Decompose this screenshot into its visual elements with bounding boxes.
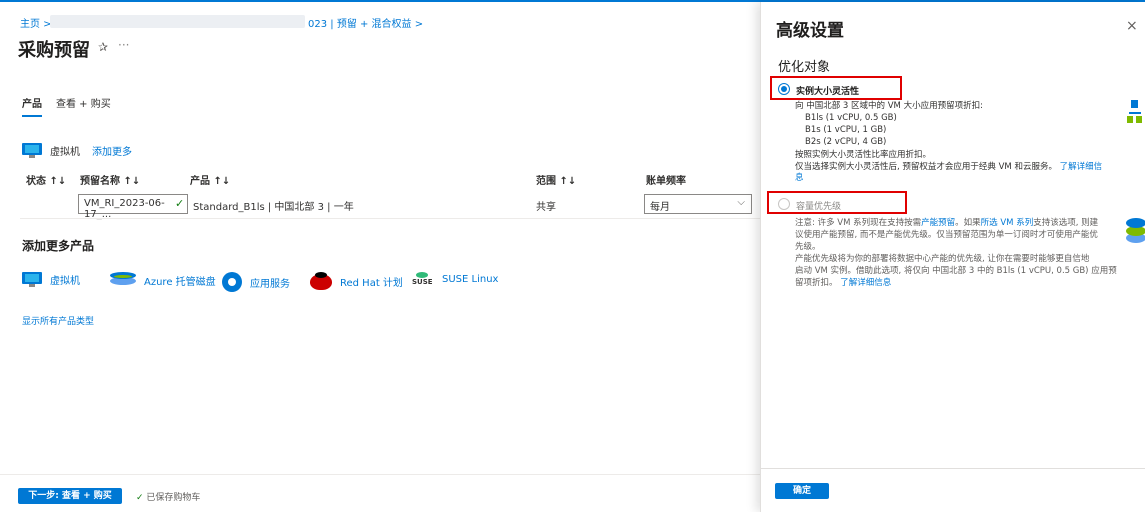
panel-title: 高级设置 bbox=[776, 21, 844, 41]
product-app-service[interactable]: 应用服务 bbox=[222, 272, 290, 292]
app-service-icon bbox=[222, 272, 242, 292]
row-divider bbox=[20, 218, 760, 219]
suse-logo-text: SUSE bbox=[412, 278, 433, 286]
vm-icon bbox=[22, 143, 42, 158]
storage-icon bbox=[1126, 218, 1145, 244]
close-icon[interactable]: × bbox=[1126, 18, 1138, 34]
learn-more-link-2[interactable]: 了解详细信息 bbox=[840, 278, 891, 288]
col-name[interactable]: 预留名称 ↑↓ bbox=[80, 172, 140, 187]
option2-l1-part-a: 注意: 许多 VM 系列现在支持按需 bbox=[795, 218, 922, 228]
vm-icon bbox=[22, 272, 42, 287]
product-redhat[interactable]: Red Hat 计划 bbox=[310, 272, 403, 290]
check-icon: ✓ bbox=[136, 493, 144, 503]
option2-line-2: 议使用产能预留, 而不是产能优先级。仅当预留范围为单一订阅时才可使用产能优 bbox=[795, 230, 1098, 240]
option1-line-2: B1ls (1 vCPU, 0.5 GB) bbox=[805, 113, 897, 123]
selected-vm-series-link[interactable]: 所选 VM 系列 bbox=[981, 218, 1034, 228]
breadcrumb-redacted bbox=[50, 15, 305, 28]
more-options-icon[interactable]: ··· bbox=[118, 38, 129, 52]
option2-line-4: 产能优先级将为你的部署将数据中心产能的优先级, 让你在需要时能够更自信地 bbox=[795, 254, 1090, 264]
ok-button[interactable]: 确定 bbox=[775, 483, 829, 499]
tab-bar: 产品 查看 + 购买 bbox=[22, 95, 111, 117]
option2-l1-part-b: 。如果 bbox=[955, 218, 981, 228]
option2-l1-part-c: 支持该选项, 则建 bbox=[1033, 218, 1099, 228]
billing-frequency-select[interactable]: 每月 ⌵ bbox=[644, 194, 752, 214]
option2-line-5: 启动 VM 实例。借助此选项, 将仅向 中国北部 3 中的 B1ls (1 vC… bbox=[795, 266, 1117, 276]
option2-line-6: 留项折扣。 了解详细信息 bbox=[795, 278, 891, 289]
advanced-settings-panel: 高级设置 × 优化对象 实例大小灵活性 向 中国北部 3 区域中的 VM 大小应… bbox=[760, 2, 1145, 512]
option1-line-6: 仅当选择实例大小灵活性后, 预留权益才会应用于经典 VM 和云服务。 了解详细信 bbox=[795, 162, 1102, 173]
col-scope[interactable]: 范围 ↑↓ bbox=[536, 172, 576, 187]
reservation-name-value: VM_RI_2023-06-17_... bbox=[84, 198, 165, 220]
product-vm[interactable]: 虚拟机 bbox=[22, 272, 80, 287]
network-icon bbox=[1125, 100, 1143, 126]
page-title: 采购预留 bbox=[18, 40, 90, 61]
optimize-for-heading: 优化对象 bbox=[778, 60, 831, 75]
reservation-name-input[interactable]: VM_RI_2023-06-17_... ✓ bbox=[78, 194, 188, 220]
option1-label: 实例大小灵活性 bbox=[796, 87, 860, 97]
next-review-buy-button[interactable]: 下一步: 查看 + 购买 bbox=[18, 488, 122, 504]
footer-divider bbox=[0, 474, 760, 475]
capacity-reservation-link[interactable]: 产能预留 bbox=[921, 218, 955, 228]
option1-line-5: 按照实例大小灵活性比率应用折扣。 bbox=[795, 150, 932, 160]
disk-icon bbox=[110, 272, 136, 288]
add-more-link[interactable]: 添加更多 bbox=[92, 143, 132, 158]
cart-saved-text: 已保存购物车 bbox=[146, 493, 201, 503]
product-suse-label: SUSE Linux bbox=[442, 273, 499, 285]
panel-footer-divider bbox=[761, 468, 1145, 469]
learn-more-link-1-cont[interactable]: 息 bbox=[795, 173, 804, 183]
radio-instance-size-flexibility[interactable] bbox=[778, 83, 790, 95]
billing-frequency-value: 每月 bbox=[650, 202, 670, 213]
product-managed-disk[interactable]: Azure 托管磁盘 bbox=[110, 272, 216, 288]
redhat-icon bbox=[310, 272, 332, 290]
col-product[interactable]: 产品 ↑↓ bbox=[190, 172, 230, 187]
breadcrumb-tail[interactable]: 023 | 预留 + 混合权益 > bbox=[308, 15, 423, 30]
option1-line-1: 向 中国北部 3 区域中的 VM 大小应用预留项折扣: bbox=[795, 101, 983, 111]
vm-section-header: 虚拟机 添加更多 bbox=[22, 143, 132, 158]
option2-line-3: 先级。 bbox=[795, 242, 821, 252]
option1-line-7: 息 bbox=[795, 173, 804, 184]
scope-cell: 共享 bbox=[536, 202, 556, 213]
product-cell: Standard_B1ls | 中国北部 3 | 一年 bbox=[193, 202, 354, 213]
add-more-products-title: 添加更多产品 bbox=[22, 239, 95, 253]
option2-line-1: 注意: 许多 VM 系列现在支持按需产能预留。如果所选 VM 系列支持该选项, … bbox=[795, 218, 1098, 229]
option1-line-6-text: 仅当选择实例大小灵活性后, 预留权益才会应用于经典 VM 和云服务。 bbox=[795, 162, 1057, 172]
vm-section-label: 虚拟机 bbox=[50, 147, 80, 158]
option2-label: 容量优先级 bbox=[796, 202, 842, 212]
product-list: 虚拟机 Azure 托管磁盘 应用服务 Red Hat 计划 SUSE SUSE… bbox=[22, 272, 582, 294]
product-vm-label: 虚拟机 bbox=[50, 276, 80, 287]
table-row: VM_RI_2023-06-17_... ✓ Standard_B1ls | 中… bbox=[0, 194, 760, 220]
tab-review-buy[interactable]: 查看 + 购买 bbox=[56, 95, 111, 117]
col-status[interactable]: 状态 ↑↓ bbox=[26, 172, 66, 187]
cart-saved-status: ✓ 已保存购物车 bbox=[136, 490, 200, 503]
table-header: 状态 ↑↓ 预留名称 ↑↓ 产品 ↑↓ 范围 ↑↓ 账单频率 bbox=[0, 172, 760, 188]
valid-check-icon: ✓ bbox=[175, 197, 185, 210]
breadcrumb-home[interactable]: 主页 > bbox=[20, 15, 52, 30]
learn-more-link-1[interactable]: 了解详细信 bbox=[1060, 162, 1103, 172]
tab-products[interactable]: 产品 bbox=[22, 95, 42, 117]
product-managed-disk-label: Azure 托管磁盘 bbox=[144, 276, 216, 288]
option1-line-3: B1s (1 vCPU, 1 GB) bbox=[805, 125, 887, 135]
show-all-product-types-link[interactable]: 显示所有产品类型 bbox=[22, 314, 94, 327]
product-app-service-label: 应用服务 bbox=[250, 278, 290, 290]
chevron-down-icon: ⌵ bbox=[737, 197, 745, 208]
product-suse[interactable]: SUSE SUSE Linux bbox=[412, 272, 498, 286]
suse-icon: SUSE bbox=[412, 272, 434, 286]
product-redhat-label: Red Hat 计划 bbox=[340, 277, 403, 289]
col-billing: 账单频率 bbox=[646, 176, 686, 187]
option1-line-4: B2s (2 vCPU, 4 GB) bbox=[805, 137, 887, 147]
pin-icon[interactable]: ✰ bbox=[98, 40, 108, 54]
option2-l6-text: 留项折扣。 bbox=[795, 278, 838, 288]
radio-capacity-priority[interactable] bbox=[778, 198, 790, 210]
